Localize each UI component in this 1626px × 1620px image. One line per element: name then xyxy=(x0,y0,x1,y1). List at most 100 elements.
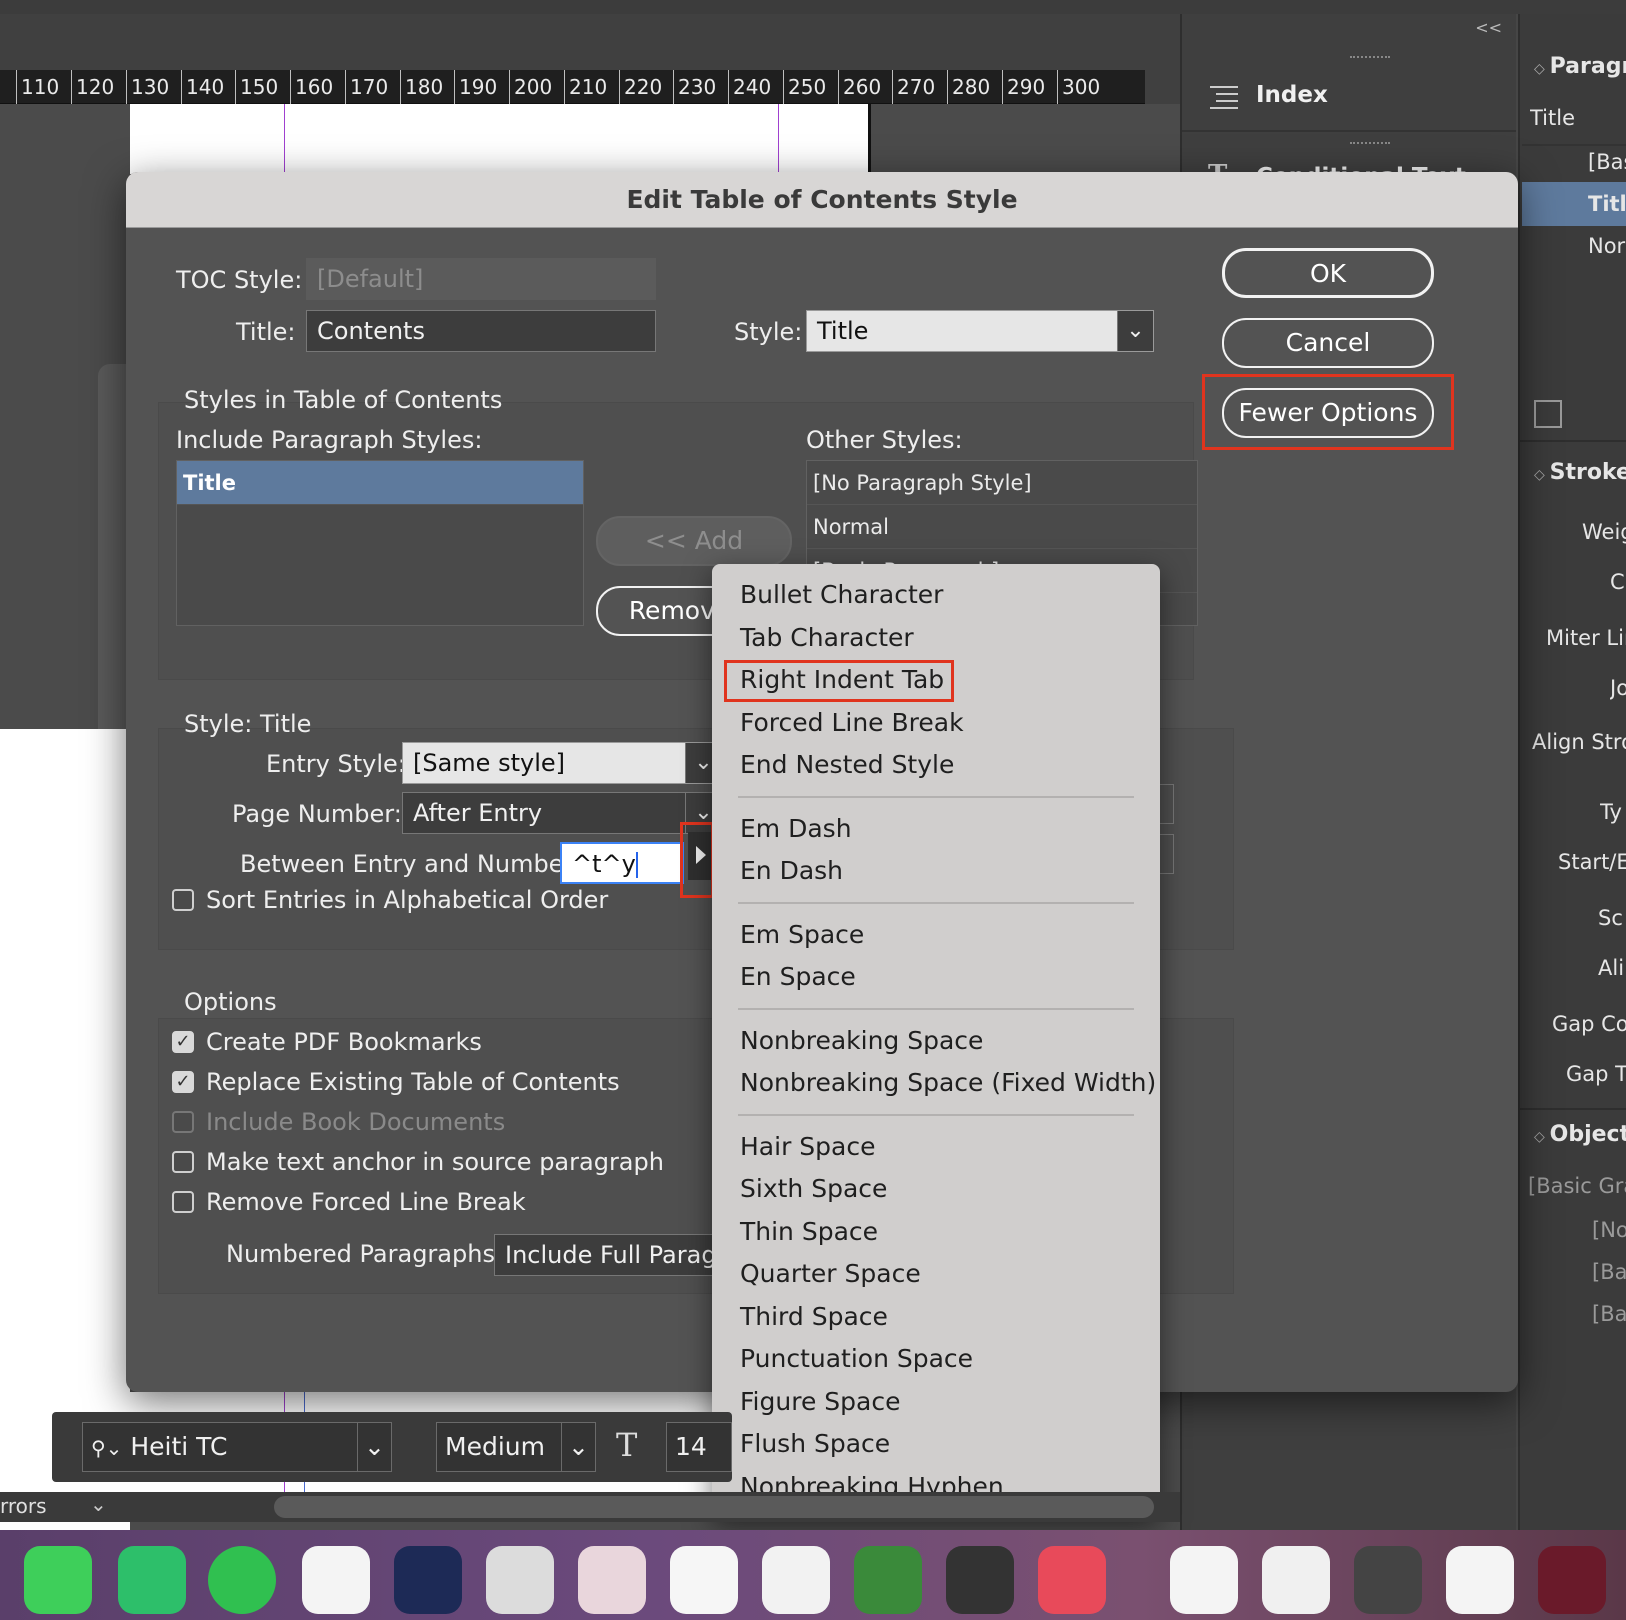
replace-existing-toc-checkbox[interactable]: ✓ Replace Existing Table of Contents xyxy=(172,1068,620,1096)
app-icon[interactable] xyxy=(946,1546,1014,1614)
margin-guide xyxy=(778,104,779,174)
make-text-anchor-checkbox[interactable]: Make text anchor in source paragraph xyxy=(172,1148,664,1176)
font-family-select[interactable]: ⚲⌄ Heiti TC ⌄ xyxy=(82,1422,392,1472)
menu-item[interactable]: Nonbreaking Space xyxy=(740,1026,983,1055)
horizontal-scrollbar[interactable] xyxy=(274,1496,1154,1518)
chevron-down-icon[interactable]: ⌄ xyxy=(1117,311,1153,351)
other-style-item[interactable]: [No Paragraph Style] xyxy=(807,461,1197,505)
menu-item[interactable]: Em Space xyxy=(740,920,864,949)
object-style-item[interactable]: [Basic Gra xyxy=(1528,1174,1626,1198)
entry-style-select[interactable]: [Same style] ⌄ xyxy=(402,742,722,784)
menu-item[interactable]: Tab Character xyxy=(740,623,914,652)
whatsapp-icon[interactable] xyxy=(208,1546,276,1614)
paragraph-style-item-selected[interactable]: Titl xyxy=(1588,192,1626,216)
facetime-icon[interactable] xyxy=(118,1546,186,1614)
menu-item[interactable]: En Dash xyxy=(740,856,843,885)
object-style-item[interactable]: [Ba xyxy=(1592,1302,1626,1326)
document-page xyxy=(130,104,870,174)
ruler-tick: 210 xyxy=(564,70,607,104)
ruler-tick: 260 xyxy=(838,70,881,104)
cancel-button[interactable]: Cancel xyxy=(1222,318,1434,368)
create-pdf-bookmarks-checkbox[interactable]: ✓ Create PDF Bookmarks xyxy=(172,1028,482,1056)
menu-item[interactable]: Bullet Character xyxy=(740,580,943,609)
ruler-tick: 190 xyxy=(454,70,497,104)
menu-item[interactable]: Hair Space xyxy=(740,1132,875,1161)
checkbox-box[interactable] xyxy=(172,1151,194,1173)
app-icon[interactable] xyxy=(762,1546,830,1614)
app-icon[interactable] xyxy=(486,1546,554,1614)
menu-item[interactable]: En Space xyxy=(740,962,856,991)
other-style-item[interactable]: Normal xyxy=(807,505,1197,549)
include-styles-list[interactable]: Title xyxy=(176,460,584,626)
app-icon[interactable] xyxy=(1446,1546,1514,1614)
paragraph-style-item[interactable]: Title xyxy=(1530,106,1626,130)
menu-item[interactable]: Third Space xyxy=(740,1302,888,1331)
preflight-status[interactable]: rrors xyxy=(0,1494,47,1518)
menu-item[interactable]: Punctuation Space xyxy=(740,1344,973,1373)
horizontal-ruler[interactable]: 110 120 130 140 150 160 170 180 190 200 … xyxy=(0,70,1145,104)
font-style-select[interactable]: Medium ⌄ xyxy=(436,1422,596,1472)
divider xyxy=(1522,144,1626,146)
index-panel-tab[interactable]: Index xyxy=(1182,42,1516,132)
menu-item[interactable]: Nonbreaking Space (Fixed Width) xyxy=(740,1068,1156,1097)
object-style-item[interactable]: [Ba xyxy=(1592,1260,1626,1284)
chevron-down-icon[interactable]: ⌄ xyxy=(561,1423,595,1471)
ruler-tick: 150 xyxy=(235,70,278,104)
object-style-item[interactable]: [No xyxy=(1592,1218,1626,1242)
chevron-down-icon[interactable]: ⌄ xyxy=(357,1423,391,1471)
stroke-label: C xyxy=(1610,570,1625,594)
collapse-panels-button[interactable]: << xyxy=(1182,18,1516,37)
checkbox-box[interactable] xyxy=(172,889,194,911)
app-icon[interactable] xyxy=(1354,1546,1422,1614)
object-styles-header[interactable]: ◇ Object xyxy=(1534,1122,1626,1147)
divider xyxy=(1520,440,1626,442)
checkbox-box[interactable] xyxy=(172,1191,194,1213)
app-icon[interactable] xyxy=(1262,1546,1330,1614)
wechat-icon[interactable] xyxy=(302,1546,370,1614)
stroke-label: Sc xyxy=(1598,906,1623,930)
app-icon[interactable] xyxy=(854,1546,922,1614)
indesign-icon[interactable] xyxy=(394,1546,462,1614)
chevron-down-icon[interactable]: ⌄ xyxy=(90,1492,107,1516)
sort-entries-checkbox[interactable]: Sort Entries in Alphabetical Order xyxy=(172,886,608,914)
check-icon[interactable]: ✓ xyxy=(172,1031,194,1053)
font-size-input[interactable]: 14 xyxy=(666,1422,732,1472)
menu-item[interactable]: Quarter Space xyxy=(740,1259,921,1288)
app-icon[interactable] xyxy=(578,1546,646,1614)
menu-separator xyxy=(738,902,1134,904)
include-styles-label: Include Paragraph Styles: xyxy=(176,426,483,454)
messages-icon[interactable] xyxy=(24,1546,92,1614)
check-icon[interactable]: ✓ xyxy=(172,1071,194,1093)
title-input[interactable]: Contents xyxy=(306,310,656,352)
create-style-icon[interactable] xyxy=(1534,400,1562,428)
divider xyxy=(1520,1108,1626,1110)
paragraph-style-item[interactable]: Nor xyxy=(1588,234,1626,258)
app-icon[interactable] xyxy=(1538,1546,1606,1614)
stroke-panel-header[interactable]: ◇ Stroke xyxy=(1534,460,1626,485)
menu-item[interactable]: End Nested Style xyxy=(740,750,954,779)
checkbox-box xyxy=(172,1111,194,1133)
dialog-title: Edit Table of Contents Style xyxy=(126,172,1518,228)
menu-item[interactable]: Figure Space xyxy=(740,1387,900,1416)
ruler-tick: 220 xyxy=(619,70,662,104)
ok-button[interactable]: OK xyxy=(1222,248,1434,298)
menu-item[interactable]: Forced Line Break xyxy=(740,708,964,737)
style-select[interactable]: Title ⌄ xyxy=(806,310,1154,352)
numbered-paragraphs-select[interactable]: Include Full Paragra xyxy=(494,1234,724,1276)
menu-separator xyxy=(738,796,1134,798)
page-number-select[interactable]: After Entry ⌄ xyxy=(402,792,722,834)
app-icon[interactable] xyxy=(670,1546,738,1614)
between-entry-number-input[interactable]: ^t^y xyxy=(560,842,684,884)
paragraph-style-item[interactable]: [Bas xyxy=(1588,150,1626,174)
menu-item[interactable]: Em Dash xyxy=(740,814,852,843)
paragraph-styles-header[interactable]: ◇ Paragr xyxy=(1534,54,1626,79)
ruler-tick: 160 xyxy=(290,70,333,104)
app-icon[interactable] xyxy=(1170,1546,1238,1614)
remove-forced-line-break-checkbox[interactable]: Remove Forced Line Break xyxy=(172,1188,526,1216)
app-icon[interactable] xyxy=(1038,1546,1106,1614)
add-button[interactable]: << Add xyxy=(596,516,792,566)
menu-item[interactable]: Sixth Space xyxy=(740,1174,887,1203)
menu-item[interactable]: Thin Space xyxy=(740,1217,878,1246)
include-style-item[interactable]: Title xyxy=(177,461,583,505)
menu-item[interactable]: Flush Space xyxy=(740,1429,890,1458)
